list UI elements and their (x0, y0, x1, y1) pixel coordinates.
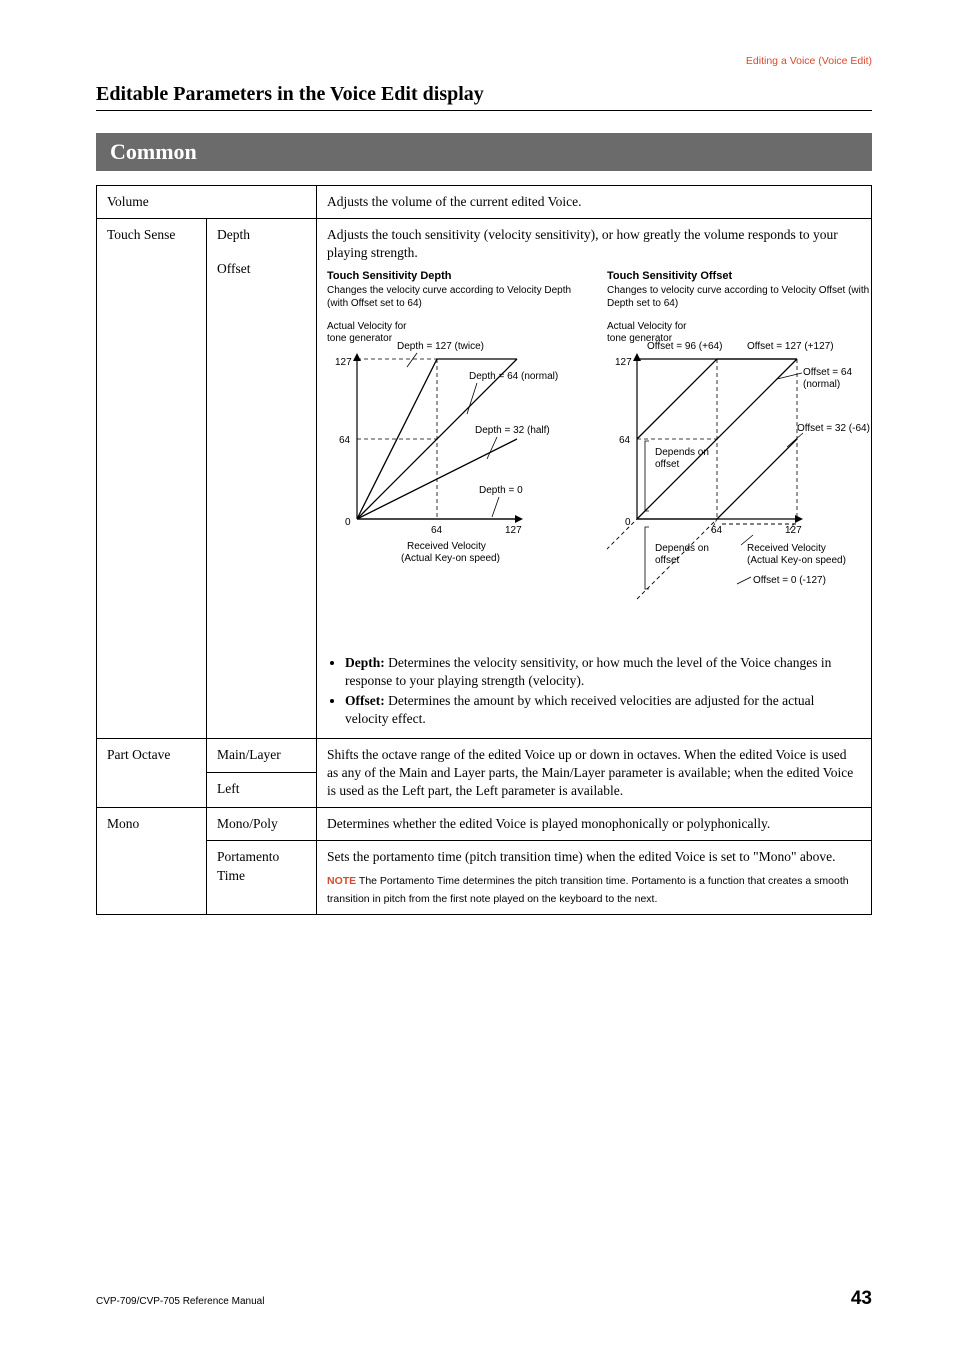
part-octave-desc: Shifts the octave range of the edited Vo… (317, 738, 872, 808)
offset-label: Offset (217, 260, 306, 278)
svg-text:Actual Velocity for: Actual Velocity for (607, 321, 687, 332)
touch-sense-params: Depth Offset (207, 219, 317, 738)
svg-text:(Actual Key-on speed): (Actual Key-on speed) (401, 553, 500, 564)
svg-text:127: 127 (615, 357, 632, 368)
svg-text:Actual Velocity for: Actual Velocity for (327, 321, 407, 332)
bullet-depth-label: Depth: (345, 655, 385, 670)
depth-chart: Actual Velocity for tone generator 127 (327, 319, 587, 579)
page: Editing a Voice (Voice Edit) Editable Pa… (0, 0, 954, 1350)
table-row: Volume Adjusts the volume of the current… (97, 186, 872, 219)
svg-text:64: 64 (711, 525, 723, 536)
svg-text:127: 127 (785, 525, 802, 536)
depth-diagram-title: Touch Sensitivity Depth (327, 269, 587, 284)
volume-label: Volume (97, 186, 317, 219)
touch-sense-label: Touch Sense (97, 219, 207, 738)
touch-sense-bullets: Depth: Determines the velocity sensitivi… (327, 654, 861, 729)
offset-diagram-title: Touch Sensitivity Offset (607, 269, 874, 284)
left-label: Left (207, 773, 317, 808)
note-body: The Portamento Time determines the pitch… (327, 875, 849, 905)
svg-text:64: 64 (431, 525, 443, 536)
depth-diagram-sub: Changes the velocity curve according to … (327, 284, 587, 311)
bullet-offset-text: Determines the amount by which received … (345, 693, 814, 726)
depth-label: Depth (217, 226, 306, 244)
svg-text:offset: offset (655, 459, 679, 470)
svg-text:Depth = 127 (twice): Depth = 127 (twice) (397, 341, 484, 352)
table-row: Part Octave Main/Layer Shifts the octave… (97, 738, 872, 773)
svg-text:Depth = 32 (half): Depth = 32 (half) (475, 425, 550, 436)
monopoly-label: Mono/Poly (207, 808, 317, 841)
offset-diagram-sub: Changes to velocity curve according to V… (607, 284, 874, 311)
volume-desc: Adjusts the volume of the current edited… (317, 186, 872, 219)
portamento-desc: Sets the portamento time (pitch transiti… (327, 848, 861, 866)
svg-text:64: 64 (619, 435, 631, 446)
bullet-offset-label: Offset: (345, 693, 385, 708)
svg-text:0: 0 (345, 517, 351, 528)
svg-text:Depth = 64 (normal): Depth = 64 (normal) (469, 371, 558, 382)
touch-sense-desc: Adjusts the touch sensitivity (velocity … (317, 219, 872, 738)
offset-diagram: Touch Sensitivity Offset Changes to velo… (607, 269, 874, 644)
part-octave-label: Part Octave (97, 738, 207, 808)
monopoly-desc: Determines whether the edited Voice is p… (317, 808, 872, 841)
svg-text:(normal): (normal) (803, 379, 840, 390)
bullet-depth: Depth: Determines the velocity sensitivi… (345, 654, 861, 690)
depth-diagram: Touch Sensitivity Depth Changes the velo… (327, 269, 587, 644)
breadcrumb: Editing a Voice (Voice Edit) (96, 55, 872, 67)
page-number: 43 (851, 1288, 872, 1310)
footer-left: CVP-709/CVP-705 Reference Manual (96, 1296, 264, 1307)
svg-text:Depends on: Depends on (655, 447, 709, 458)
svg-text:Depends on: Depends on (655, 543, 709, 554)
note-label: NOTE (327, 875, 356, 887)
offset-chart: Actual Velocity for tone generator 127 6… (607, 319, 877, 639)
svg-text:127: 127 (505, 525, 522, 536)
svg-text:Offset = 127 (+127): Offset = 127 (+127) (747, 341, 834, 352)
svg-text:64: 64 (339, 435, 351, 446)
parameter-table: Volume Adjusts the volume of the current… (96, 185, 872, 915)
svg-text:Received Velocity: Received Velocity (747, 543, 826, 554)
svg-text:offset: offset (655, 555, 679, 566)
svg-text:Offset = 0 (-127): Offset = 0 (-127) (753, 575, 826, 586)
diagram-area: Touch Sensitivity Depth Changes the velo… (327, 269, 861, 644)
table-row: Mono Mono/Poly Determines whether the ed… (97, 808, 872, 841)
svg-text:127: 127 (335, 357, 352, 368)
bullet-depth-text: Determines the velocity sensitivity, or … (345, 655, 831, 688)
svg-text:0: 0 (625, 517, 631, 528)
touch-sense-intro: Adjusts the touch sensitivity (velocity … (327, 226, 861, 262)
table-row: Portamento Time Sets the portamento time… (97, 841, 872, 915)
mono-label: Mono (97, 808, 207, 915)
common-heading: Common (96, 133, 872, 171)
portamento-label: Portamento Time (207, 841, 317, 915)
svg-text:Depth = 0: Depth = 0 (479, 485, 523, 496)
svg-text:Offset = 96 (+64): Offset = 96 (+64) (647, 341, 722, 352)
svg-text:tone generator: tone generator (327, 333, 393, 344)
svg-text:(Actual Key-on speed): (Actual Key-on speed) (747, 555, 846, 566)
svg-text:Offset = 32 (-64): Offset = 32 (-64) (797, 423, 870, 434)
bullet-offset: Offset: Determines the amount by which r… (345, 692, 861, 728)
section-title: Editable Parameters in the Voice Edit di… (96, 83, 872, 111)
portamento-cell: Sets the portamento time (pitch transiti… (317, 841, 872, 915)
svg-text:Offset = 64: Offset = 64 (803, 367, 852, 378)
main-layer-label: Main/Layer (207, 738, 317, 773)
footer: CVP-709/CVP-705 Reference Manual 43 (96, 1288, 872, 1310)
table-row: Touch Sense Depth Offset Adjusts the tou… (97, 219, 872, 738)
svg-text:Received Velocity: Received Velocity (407, 541, 486, 552)
